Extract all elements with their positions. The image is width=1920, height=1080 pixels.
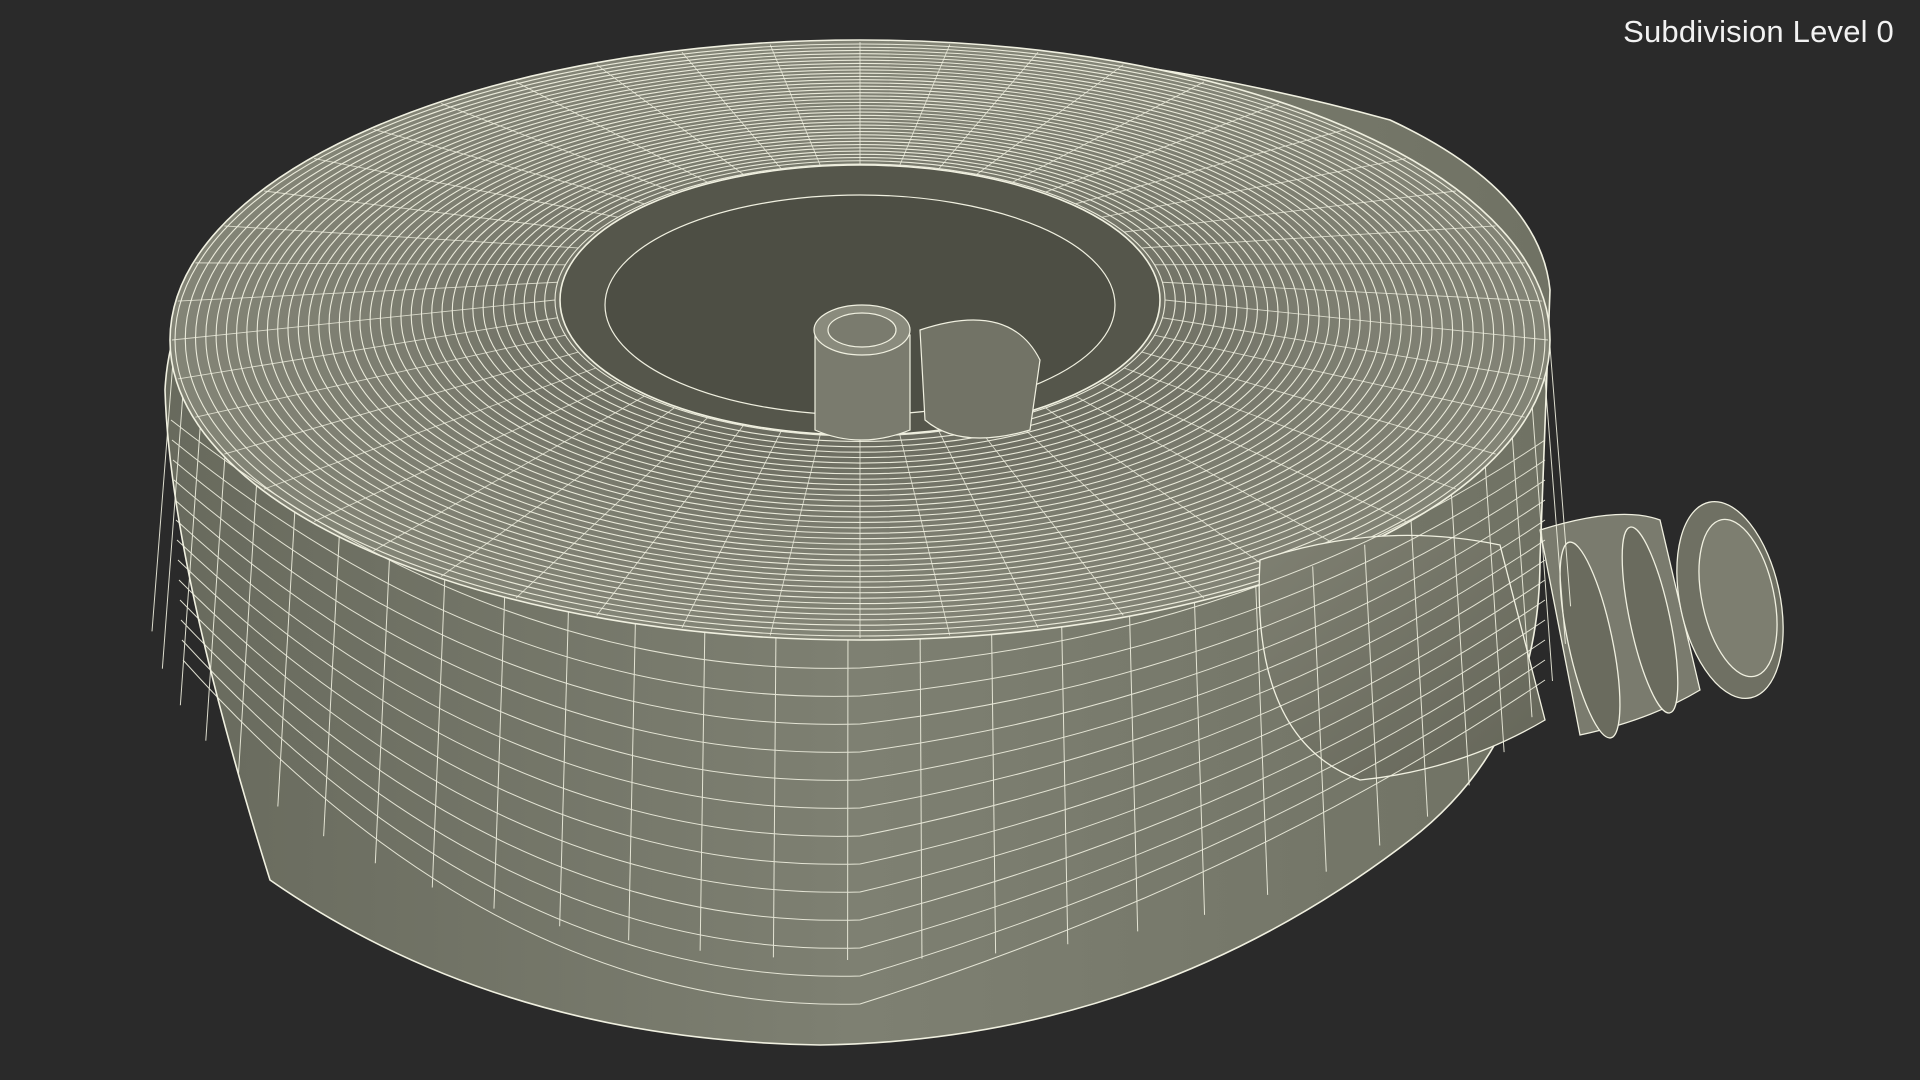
hose-reel-wireframe-model: [151, 39, 1784, 1046]
subdivision-level-label: Subdivision Level 0: [1623, 14, 1894, 49]
side-wall-wire: [151, 366, 174, 632]
render-viewport[interactable]: Subdivision Level 0: [0, 0, 1920, 1080]
